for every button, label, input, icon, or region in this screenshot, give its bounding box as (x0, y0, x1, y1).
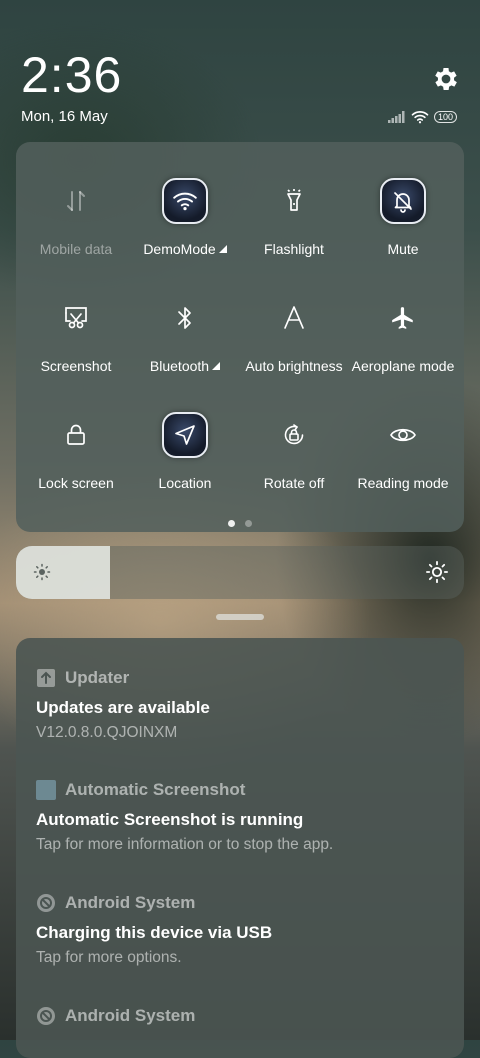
mobile-data-icon (53, 178, 99, 224)
page-dot[interactable] (228, 520, 235, 527)
automatic-screenshot-icon (36, 780, 56, 800)
tile-lock-screen[interactable]: Lock screen (16, 412, 136, 491)
tile-demomode[interactable]: DemoMode (125, 178, 245, 257)
page-indicator (16, 520, 464, 527)
brightness-slider[interactable] (16, 546, 464, 599)
tile-reading-mode[interactable]: Reading mode (343, 412, 463, 491)
tile-label: Reading mode (357, 475, 449, 491)
battery-indicator: 100 (434, 111, 458, 123)
tile-auto-brightness[interactable]: Auto brightness (234, 295, 354, 374)
tile-label: Auto brightness (245, 358, 343, 374)
tile-label: Bluetooth (125, 358, 245, 374)
lock-icon (53, 412, 99, 458)
notification-item[interactable]: Updater Updates are available V12.0.8.0.QJ… (36, 666, 446, 742)
tile-label: Flashlight (264, 241, 324, 257)
android-system-icon (36, 1006, 56, 1026)
notification-item[interactable]: Android System Charging this device via U… (36, 891, 446, 967)
tile-label: Lock screen (38, 475, 114, 491)
tile-rotate-off[interactable]: Rotate off (234, 412, 354, 491)
tile-location[interactable]: Location (125, 412, 245, 491)
tile-mute[interactable]: Mute (343, 178, 463, 257)
page-dot[interactable] (245, 520, 252, 527)
notification-app-name: Android System (65, 893, 196, 912)
wifi-icon (162, 178, 208, 224)
notification-title: Automatic Screenshot is running (36, 810, 304, 829)
notification-body: Tap for more options. (36, 949, 182, 966)
eye-icon (380, 412, 426, 458)
airplane-icon (380, 295, 426, 341)
updater-icon (36, 668, 56, 688)
tile-label: Screenshot (40, 358, 112, 374)
notification-app-name: Android System (65, 1006, 196, 1025)
notification-header: Android System (36, 891, 446, 915)
drag-handle[interactable] (216, 614, 264, 620)
bluetooth-icon (162, 295, 208, 341)
brightness-high-icon (426, 561, 448, 588)
brightness-low-icon (33, 563, 51, 586)
rotate-lock-icon (271, 412, 317, 458)
tile-flashlight[interactable]: Flashlight (234, 178, 354, 257)
notification-body: Tap for more information or to stop the … (36, 836, 334, 853)
tile-label: Location (158, 475, 212, 491)
notification-header: Updater (36, 666, 446, 690)
gear-icon[interactable] (431, 64, 461, 94)
android-system-icon (36, 893, 56, 913)
tile-screenshot[interactable]: Screenshot (16, 295, 136, 374)
notification-item[interactable]: Android System (36, 1004, 446, 1028)
expand-arrow-icon (218, 245, 227, 253)
brightness-level (16, 546, 111, 599)
tile-label: DemoMode (125, 241, 245, 257)
tile-label: Mobile data (39, 241, 113, 257)
tile-label: Aeroplane mode (351, 358, 455, 374)
tile-label: Mute (387, 241, 419, 257)
tile-mobile-data[interactable]: Mobile data (16, 178, 136, 257)
notification-title: Charging this device via USB (36, 923, 273, 942)
screenshot-icon (53, 295, 99, 341)
notification-app-name: Automatic Screenshot (65, 780, 246, 799)
notification-body: V12.0.8.0.QJOINXM (36, 724, 178, 741)
tile-bluetooth[interactable]: Bluetooth (125, 295, 245, 374)
quick-settings-panel: Mobile data DemoMode Flashlight Mute Screens… (16, 142, 464, 532)
notification-title: Updates are available (36, 698, 210, 717)
tile-label: Rotate off (263, 475, 325, 491)
clock[interactable]: 2:36 (21, 48, 122, 102)
tile-aeroplane-mode[interactable]: Aeroplane mode (343, 295, 463, 374)
signal-icon (388, 111, 405, 123)
flashlight-icon (271, 178, 317, 224)
auto-brightness-icon (271, 295, 317, 341)
location-icon (162, 412, 208, 458)
date[interactable]: Mon, 16 May (21, 108, 108, 125)
notification-app-name: Updater (65, 668, 130, 687)
wifi-status-icon (411, 111, 429, 124)
status-icons: 100 (388, 110, 458, 124)
notifications-panel: Updater Updates are available V12.0.8.0.QJ… (16, 638, 464, 1058)
notification-item[interactable]: Automatic Screenshot Automatic Screenshot… (36, 778, 446, 854)
mute-bell-icon (380, 178, 426, 224)
notification-header: Automatic Screenshot (36, 778, 446, 802)
notification-header: Android System (36, 1004, 446, 1028)
expand-arrow-icon (212, 362, 221, 370)
